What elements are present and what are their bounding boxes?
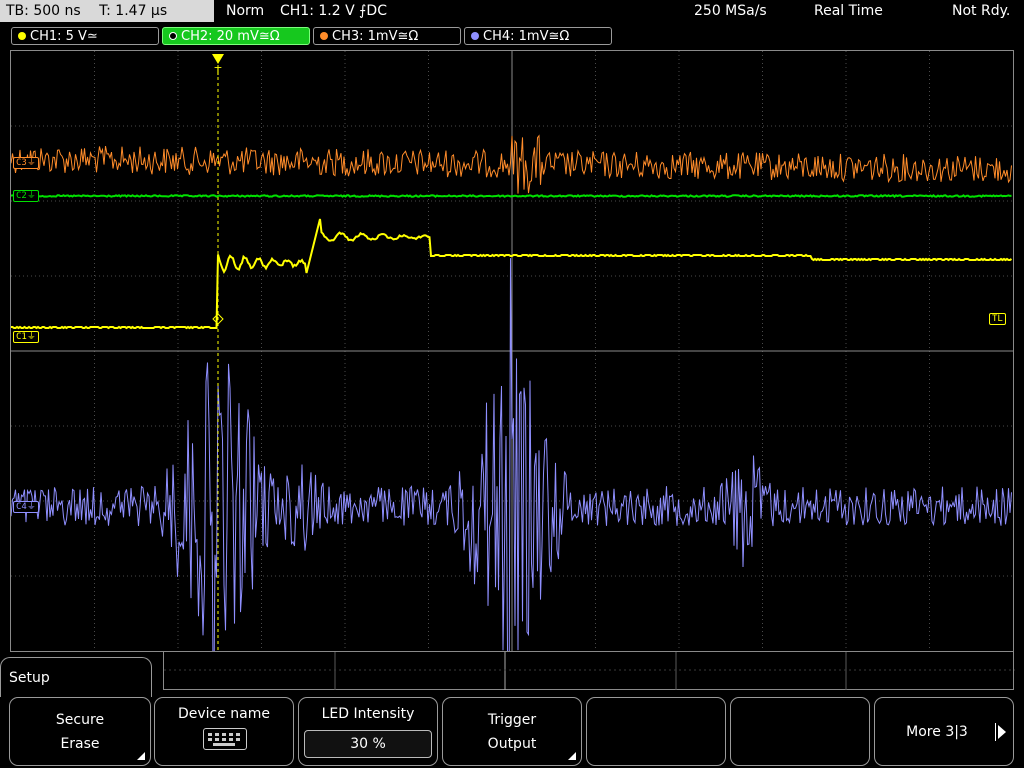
ch3-waveform [11,134,1012,194]
acquisition-type: Real Time [814,3,883,19]
ch3-ground-marker[interactable]: C3⏚ [13,157,39,169]
ch2-dot-icon [169,32,177,40]
zoom-strip-grid [164,652,1015,690]
softkey-label: Output [487,736,537,752]
trigger-marker-label: T [214,65,222,78]
trigger-level-marker[interactable]: TL [989,313,1006,325]
channel-tab-ch2[interactable]: CH2: 20 mV≅Ω [162,27,310,45]
trigger-info[interactable]: CH1: 1.2 V ⨍DC [280,0,387,22]
led-intensity-value[interactable]: 30 % [304,730,432,758]
waveform-display[interactable]: T C1⏚ C2⏚ C3⏚ C4⏚ TL [10,50,1014,652]
softkey-label: Erase [60,736,100,752]
acquisition-mode: Norm [226,3,265,19]
ch1-dot-icon [18,32,26,40]
trigger-time-readout: T: 1.47 µs [99,3,168,19]
keyboard-icon [203,728,247,750]
next-page-arrow-icon [998,725,1006,739]
ch4-dot-icon [471,32,479,40]
zoom-strip[interactable] [163,652,1015,690]
channel-tab-ch1[interactable]: CH1: 5 V≃ [11,27,159,45]
channel-tab-ch3[interactable]: CH3: 1mV≅Ω [313,27,461,45]
softkey-label: LED Intensity [321,706,415,722]
submenu-corner-icon [137,752,145,760]
ch2-waveform [11,193,1012,199]
waveform-layer: T [11,54,1013,651]
sample-rate: 250 MSa/s [694,3,767,19]
softkey-label: Secure [55,712,105,728]
device-name-button[interactable]: Device name [154,697,294,766]
led-intensity-button[interactable]: LED Intensity 30 % [298,697,438,766]
status-bar: Norm CH1: 1.2 V ⨍DC 250 MSa/s Real Time … [216,0,1024,22]
ch3-dot-icon [320,32,328,40]
softkey-label: More 3|3 [906,724,968,740]
timebase-panel[interactable]: TB: 500 ns T: 1.47 µs [0,0,214,22]
ch4-ground-marker[interactable]: C4⏚ [13,501,39,513]
channel-label: CH1: 5 V≃ [30,29,98,44]
empty-softkey-6[interactable] [730,697,870,766]
trigger-output-button[interactable]: Trigger Output [442,697,582,766]
more-button[interactable]: More 3|3 [874,697,1014,766]
timebase-readout: TB: 500 ns [6,3,81,19]
more-separator [995,723,996,741]
channel-tab-ch4[interactable]: CH4: 1mV≅Ω [464,27,612,45]
ch4-waveform [11,258,1012,651]
channel-label: CH2: 20 mV≅Ω [181,29,280,44]
ch1-ground-marker[interactable]: C1⏚ [13,331,39,343]
channel-label: CH3: 1mV≅Ω [332,29,419,44]
ch2-ground-marker[interactable]: C2⏚ [13,190,39,202]
softkey-label: Device name [177,706,271,722]
secure-erase-button[interactable]: Secure Erase [9,697,151,766]
trigger-state: Not Rdy. [952,3,1011,19]
softkey-label: Trigger [487,712,537,728]
menu-title-tab: Setup [0,657,152,697]
empty-softkey-5[interactable] [586,697,726,766]
trigger-marker-icon[interactable] [212,54,224,64]
channel-label: CH4: 1mV≅Ω [483,29,570,44]
submenu-corner-icon [568,752,576,760]
